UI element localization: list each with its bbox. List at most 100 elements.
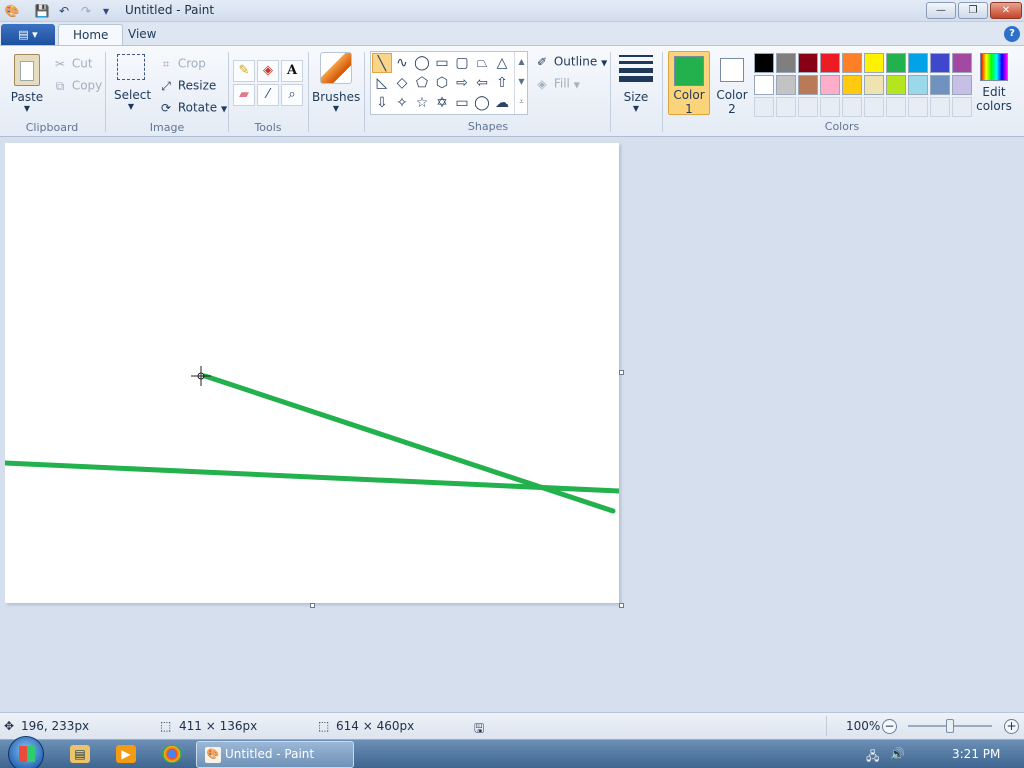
palette-swatch[interactable]	[754, 75, 774, 95]
palette-swatch[interactable]	[908, 53, 928, 73]
zoom-level: 100%	[846, 719, 881, 733]
palette-swatch[interactable]	[864, 53, 884, 73]
right-triangle-shape-icon[interactable]: ◺	[372, 73, 392, 93]
shapes-scroll[interactable]: ▲ ▼ ⩡	[514, 52, 528, 114]
edit-colors-button[interactable]: Edit colors	[974, 51, 1014, 115]
line-size-icon	[619, 52, 653, 82]
rotate-label: Rotate	[177, 100, 218, 115]
resize-button[interactable]: ⤢ Resize	[158, 78, 216, 94]
cloud-callout-shape-icon[interactable]: ☁	[492, 93, 512, 113]
canvas-drawing	[5, 366, 619, 514]
paste-button[interactable]: Paste ▼	[8, 54, 46, 113]
media-player-icon[interactable]: ▶	[116, 745, 136, 763]
palette-swatch[interactable]	[820, 75, 840, 95]
palette-swatch[interactable]	[886, 75, 906, 95]
maximize-button[interactable]: ❐	[958, 2, 988, 19]
triangle-shape-icon[interactable]: △	[492, 53, 512, 73]
palette-empty-slot	[776, 97, 796, 117]
palette-swatch[interactable]	[864, 75, 884, 95]
four-point-star-shape-icon[interactable]: ✧	[392, 93, 412, 113]
palette-empty-slot	[798, 97, 818, 117]
pentagon-shape-icon[interactable]: ⬠	[412, 73, 432, 93]
palette-swatch[interactable]	[798, 75, 818, 95]
cut-label: Cut	[71, 56, 93, 71]
five-point-star-shape-icon[interactable]: ☆	[412, 93, 432, 113]
palette-empty-slot	[754, 97, 774, 117]
minimize-button[interactable]: —	[926, 2, 956, 19]
diamond-shape-icon[interactable]: ◇	[392, 73, 412, 93]
oval-callout-shape-icon[interactable]: ◯	[472, 93, 492, 113]
palette-swatch[interactable]	[776, 75, 796, 95]
down-arrow-shape-icon[interactable]: ⇩	[372, 93, 392, 113]
clock[interactable]: 3:21 PM	[952, 747, 1000, 761]
oval-shape-icon[interactable]: ◯	[412, 53, 432, 73]
zoom-slider-thumb[interactable]	[946, 719, 954, 733]
zoom-in-button[interactable]: +	[1004, 719, 1019, 734]
canvas-resize-handle-right[interactable]	[619, 370, 624, 375]
chevron-down-icon: ▼	[632, 104, 640, 113]
taskbar-paint-window[interactable]: 🎨 Untitled - Paint	[196, 741, 354, 768]
select-button[interactable]: Select ▼	[114, 54, 151, 111]
redo-icon: ↷	[80, 4, 92, 18]
six-point-star-shape-icon[interactable]: ✡	[432, 93, 452, 113]
start-button[interactable]	[8, 736, 44, 768]
rectangle-shape-icon[interactable]: ▭	[432, 53, 452, 73]
polygon-shape-icon[interactable]: ⏢	[472, 53, 492, 73]
paint-app-icon[interactable]: 🎨	[4, 3, 20, 19]
color2-button[interactable]: Color 2	[712, 51, 752, 116]
palette-swatch[interactable]	[930, 75, 950, 95]
status-bar: ✥ 196, 233px ⬚ 411 × 136px ⬚ 614 × 460px…	[0, 712, 1024, 739]
size-button[interactable]: Size ▼	[616, 52, 656, 113]
palette-swatch[interactable]	[776, 53, 796, 73]
palette-swatch[interactable]	[952, 75, 972, 95]
save-icon[interactable]: 💾	[34, 3, 50, 19]
rounded-rectangle-shape-icon[interactable]: ▢	[452, 53, 472, 73]
palette-swatch[interactable]	[842, 75, 862, 95]
crosshair-cursor-icon	[191, 366, 211, 386]
pencil-icon[interactable]: ✎	[233, 60, 255, 82]
chevron-down-icon: ▼	[127, 102, 135, 111]
file-explorer-icon[interactable]: ▤	[70, 745, 90, 763]
close-button[interactable]: ✕	[990, 2, 1022, 19]
right-arrow-shape-icon[interactable]: ⇨	[452, 73, 472, 93]
palette-swatch[interactable]	[930, 53, 950, 73]
magnifier-icon[interactable]: ⌕	[281, 84, 303, 106]
palette-swatch[interactable]	[798, 53, 818, 73]
palette-swatch[interactable]	[908, 75, 928, 95]
left-arrow-shape-icon[interactable]: ⇦	[472, 73, 492, 93]
line-shape-icon[interactable]: ╲	[372, 53, 392, 73]
up-arrow-shape-icon[interactable]: ⇧	[492, 73, 512, 93]
curve-shape-icon[interactable]: ∿	[392, 53, 412, 73]
undo-icon[interactable]: ↶	[56, 3, 72, 19]
fill-label: Fill	[553, 76, 570, 91]
hexagon-shape-icon[interactable]: ⬡	[432, 73, 452, 93]
canvas-resize-handle-corner[interactable]	[619, 603, 624, 608]
eraser-icon[interactable]: ▰	[233, 84, 255, 106]
palette-swatch[interactable]	[952, 53, 972, 73]
colors-group-label: Colors	[824, 120, 860, 133]
palette-swatch[interactable]	[754, 53, 774, 73]
fill-bucket-icon[interactable]: ◈	[257, 60, 279, 82]
zoom-out-button[interactable]: −	[882, 719, 897, 734]
palette-swatch[interactable]	[820, 53, 840, 73]
customize-toolbar-icon[interactable]: ▾	[98, 3, 114, 19]
color-picker-icon[interactable]: ⁄	[257, 84, 279, 106]
palette-empty-slot	[952, 97, 972, 117]
color1-button[interactable]: Color 1	[668, 51, 710, 116]
chrome-icon[interactable]	[162, 745, 182, 763]
canvas-resize-handle-bottom[interactable]	[310, 603, 315, 608]
drawing-canvas[interactable]	[5, 143, 619, 603]
rotate-button[interactable]: ⟳ Rotate ▼	[158, 100, 227, 116]
palette-swatch[interactable]	[886, 53, 906, 73]
help-icon[interactable]: ?	[1004, 26, 1020, 42]
brushes-button[interactable]: Brushes ▼	[312, 52, 360, 113]
network-icon[interactable]: 🖧	[866, 747, 879, 768]
text-tool-icon[interactable]: A	[281, 60, 303, 82]
rounded-callout-shape-icon[interactable]: ▭	[452, 93, 472, 113]
tab-view[interactable]: View	[114, 24, 170, 46]
ribbon-divider	[228, 52, 229, 132]
volume-icon[interactable]: 🔊	[890, 747, 905, 761]
palette-swatch[interactable]	[842, 53, 862, 73]
paint-menu-button[interactable]: ▤ ▾	[1, 24, 55, 45]
outline-button[interactable]: ✐ Outline ▼	[534, 54, 607, 70]
